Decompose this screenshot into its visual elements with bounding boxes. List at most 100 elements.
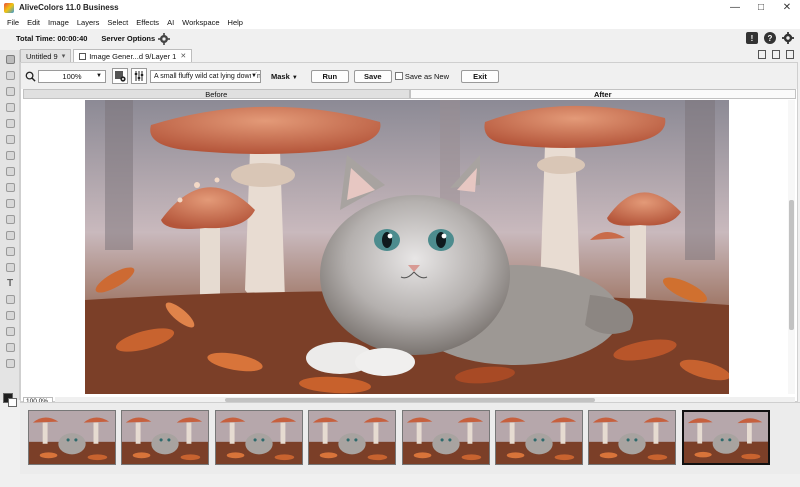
tab-image-generator[interactable]: Image Gener...d 9/Layer 1 ✕ — [73, 49, 193, 62]
help-icon[interactable]: ? — [764, 32, 776, 44]
result-thumbnail[interactable] — [121, 410, 209, 465]
save-as-new-checkbox[interactable] — [394, 72, 403, 80]
menu-file[interactable]: File — [3, 18, 23, 27]
layout-icon[interactable] — [786, 50, 794, 59]
result-thumbnail[interactable] — [28, 410, 116, 465]
tab-label: Untitled 9 — [26, 51, 58, 61]
before-tab[interactable]: Before — [23, 89, 410, 99]
result-thumbnail[interactable] — [682, 410, 770, 465]
caret-down-icon: ▼ — [291, 74, 298, 81]
zoom-tool-icon[interactable] — [3, 356, 17, 370]
close-icon[interactable]: ✕ — [180, 52, 186, 60]
thumbnail-image — [216, 411, 302, 464]
server-options-label[interactable]: Server Options — [101, 34, 155, 43]
tab-untitled-9[interactable]: Untitled 9 ▾ — [20, 49, 72, 62]
menu-workspace[interactable]: Workspace — [178, 18, 223, 27]
text-tool-icon[interactable]: T — [3, 276, 17, 290]
settings-icon[interactable] — [782, 32, 794, 44]
thumbnail-image — [122, 411, 208, 464]
result-thumbnail[interactable] — [215, 410, 303, 465]
menu-help[interactable]: Help — [224, 18, 247, 27]
result-thumbnail[interactable] — [402, 410, 490, 465]
move-tool-icon[interactable] — [3, 52, 17, 66]
zoom-select[interactable]: 100% ▼ — [38, 69, 106, 83]
eraser-tool-icon[interactable] — [3, 132, 17, 146]
adjustments-button[interactable] — [131, 68, 147, 84]
zoom-value: 100% — [62, 71, 82, 81]
mask-label: Mask — [271, 71, 290, 81]
magnifier-icon[interactable] — [25, 71, 36, 82]
options-bar: Total Time: 00:00:40 Server Options ! ? — [0, 29, 800, 48]
notification-icon[interactable]: ! — [746, 32, 758, 44]
menu-edit[interactable]: Edit — [23, 18, 44, 27]
app-logo-icon — [4, 2, 14, 13]
magic-wand-tool-icon[interactable] — [3, 84, 17, 98]
hand-tool-icon[interactable] — [3, 340, 17, 354]
gear-icon[interactable] — [158, 32, 171, 45]
run-button[interactable]: Run — [310, 69, 349, 83]
prompt-select[interactable]: A small fluffy wild cat lying down in ▼ — [150, 69, 261, 83]
background-color-swatch[interactable] — [8, 398, 17, 407]
thumbnail-image — [496, 411, 582, 464]
thumbnail-image — [684, 412, 768, 463]
layer-thumbnail-icon — [79, 52, 87, 60]
red-eye-tool-icon[interactable] — [3, 244, 17, 258]
healing-tool-icon[interactable] — [3, 228, 17, 242]
brush-tool-icon[interactable] — [3, 116, 17, 130]
tab-label: Image Gener...d 9/Layer 1 — [89, 51, 177, 61]
thumbnail-image — [309, 411, 395, 464]
minimize-button[interactable]: — — [722, 0, 748, 15]
lasso-tool-icon[interactable] — [3, 68, 17, 82]
app-title: AliveColors 11.0 Business — [19, 3, 119, 12]
title-bar: AliveColors 11.0 Business — □ ✕ — [0, 0, 800, 15]
document-icon[interactable] — [758, 50, 766, 59]
image-canvas[interactable] — [85, 100, 729, 394]
exit-button[interactable]: Exit — [461, 69, 499, 83]
crop-tool-icon[interactable] — [3, 100, 17, 114]
clone-stamp-tool-icon[interactable] — [3, 212, 17, 226]
save-button[interactable]: Save — [353, 69, 392, 83]
after-tab[interactable]: After — [409, 89, 796, 99]
eyedropper-tool-icon[interactable] — [3, 324, 17, 338]
thumbnail-image — [589, 411, 675, 464]
chevron-down-icon: ▼ — [96, 72, 102, 79]
gradient-tool-icon[interactable] — [3, 148, 17, 162]
pen-tool-icon[interactable] — [3, 260, 17, 274]
chevron-down-icon: ▼ — [251, 72, 257, 79]
sliders-icon — [134, 71, 144, 81]
generation-settings-button[interactable] — [112, 68, 128, 84]
menu-image[interactable]: Image — [44, 18, 73, 27]
mask-menu[interactable]: Mask ▼ — [271, 72, 298, 81]
blur-tool-icon[interactable] — [3, 180, 17, 194]
result-thumbnail[interactable] — [588, 410, 676, 465]
menu-select[interactable]: Select — [103, 18, 132, 27]
menu-effects[interactable]: Effects — [132, 18, 163, 27]
thumbnail-image — [403, 411, 489, 464]
image-settings-icon — [115, 71, 126, 82]
prompt-text: A small fluffy wild cat lying down in — [154, 72, 261, 80]
menu-layers[interactable]: Layers — [73, 18, 104, 27]
total-time-label: Total Time: 00:00:40 — [16, 34, 88, 43]
status-bar — [0, 474, 800, 487]
document-tab-bar: Untitled 9 ▾ Image Gener...d 9/Layer 1 ✕ — [20, 48, 800, 62]
image-generator-panel: 100% ▼ A small fluffy wild cat lying dow… — [20, 62, 798, 406]
result-thumbnail[interactable] — [495, 410, 583, 465]
thumbnail-image — [29, 411, 115, 464]
rectangle-tool-icon[interactable] — [3, 308, 17, 322]
window-controls: — □ ✕ — [722, 0, 800, 15]
menu-ai[interactable]: AI — [163, 18, 178, 27]
result-thumbnail[interactable] — [308, 410, 396, 465]
close-icon[interactable]: ▾ — [62, 52, 66, 60]
close-button[interactable]: ✕ — [774, 0, 800, 15]
vertical-scrollbar[interactable] — [788, 100, 795, 394]
panels-icon[interactable] — [772, 50, 780, 59]
smudge-tool-icon[interactable] — [3, 196, 17, 210]
shape-tool-icon[interactable] — [3, 292, 17, 306]
fill-tool-icon[interactable] — [3, 164, 17, 178]
plugin-toolbar: 100% ▼ A small fluffy wild cat lying dow… — [21, 63, 797, 89]
menu-bar: File Edit Image Layers Select Effects AI… — [0, 15, 800, 29]
maximize-button[interactable]: □ — [748, 0, 774, 15]
save-as-new-label: Save as New — [404, 71, 449, 81]
vertical-scroll-thumb[interactable] — [789, 200, 794, 330]
toolbox: T — [0, 50, 20, 407]
